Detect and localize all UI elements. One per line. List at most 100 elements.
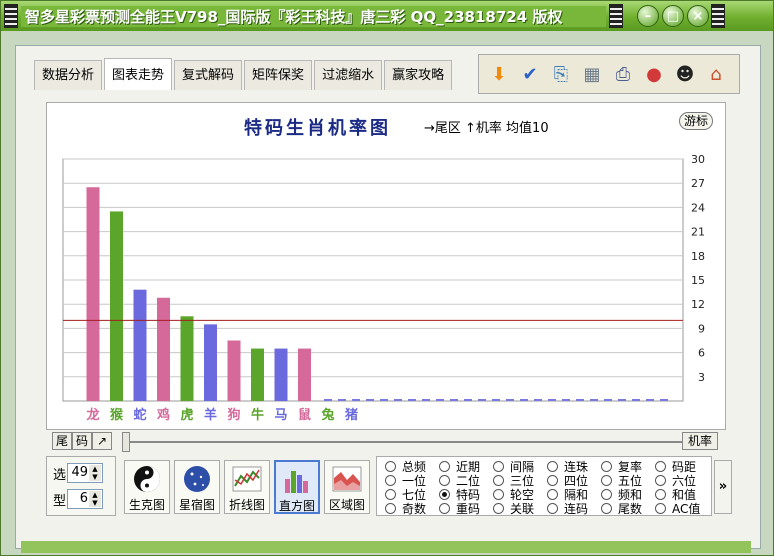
control-panel: 选 49 ▲ ▼ 型 6 ▲ ▼ 生克图 星宿图 折线图 直方图 区域图 总频 一位 七位 奇数 近期二… (46, 456, 738, 518)
chart-mode-area-chart-button[interactable]: 区域图 (324, 460, 370, 514)
status-bar (21, 541, 751, 553)
type-label: 型 (53, 493, 67, 509)
radio-dot[interactable] (601, 460, 612, 472)
chart-mode-star-globe-button[interactable]: 星宿图 (174, 460, 220, 514)
printer-icon[interactable]: ⎙ (609, 59, 637, 89)
radio-option[interactable]: 连码 (547, 501, 588, 516)
chart-mode-label: 生克图 (128, 498, 165, 512)
film-strip-icon (609, 4, 623, 28)
x-tick-label: 狗 (227, 407, 240, 423)
radio-option[interactable]: 关联 (493, 501, 535, 516)
tab-3[interactable]: 复式解码 (174, 60, 243, 90)
chart-mode-label: 折线图 (228, 498, 265, 512)
code-button[interactable]: 码 (72, 432, 92, 450)
bar-羊 (204, 324, 217, 401)
chart-navigation: 尾 码 ↗ 机率 (52, 432, 726, 452)
radio-dot[interactable] (493, 502, 504, 514)
y-tick-label: 21 (691, 226, 705, 239)
radio-dot[interactable] (655, 488, 666, 500)
bar-鼠 (298, 348, 311, 401)
tab-5[interactable]: 过滤缩水 (314, 60, 383, 90)
spinner-group: 选 49 ▲ ▼ 型 6 ▲ ▼ (46, 456, 116, 516)
export-icon[interactable]: ⎘ (547, 59, 575, 89)
y-tick-label: 24 (691, 201, 705, 214)
radio-dot[interactable] (655, 460, 666, 472)
radio-dot[interactable] (655, 502, 666, 514)
x-tick-label: 马 (274, 408, 287, 423)
chart-mode-line-chart-button[interactable]: 折线图 (224, 460, 270, 514)
chart-mode-yin-yang-button[interactable]: 生克图 (124, 460, 170, 514)
radio-dot[interactable] (493, 474, 504, 486)
more-options-button[interactable]: » (714, 460, 732, 514)
select-count-stepper[interactable]: 49 ▲ ▼ (67, 463, 103, 483)
toolbar: ⬇ ✔ ⎘ ▦ ⎙ ● ☻ ⌂ (478, 54, 740, 94)
radio-dot[interactable] (547, 474, 558, 486)
radio-dot[interactable] (439, 488, 450, 500)
type-stepper[interactable]: 6 ▲ ▼ (67, 489, 103, 509)
radio-dot[interactable] (385, 488, 396, 500)
x-tick-label: 蛇 (133, 407, 146, 423)
radio-label: 关联 (510, 501, 535, 516)
radio-option[interactable]: 尾数 (601, 501, 642, 516)
stepper-arrows-icon[interactable]: ▲ ▼ (89, 465, 101, 481)
radio-option[interactable]: 奇数 (385, 501, 426, 516)
probability-button[interactable]: 机率 (682, 432, 718, 450)
bar-龙 (86, 187, 100, 401)
slider-handle[interactable] (122, 432, 130, 452)
stepper-arrows-icon[interactable]: ▲ ▼ (89, 491, 101, 507)
film-strip-icon (4, 4, 18, 28)
radio-dot[interactable] (493, 460, 504, 472)
radio-dot[interactable] (439, 502, 450, 514)
chart-mode-bar-chart-button[interactable]: 直方图 (274, 460, 320, 514)
tail-button[interactable]: 尾 (52, 432, 72, 450)
window-title: 智多星彩票预测全能王V798_国际版『彩王科技』唐三彩 QQ_23818724 … (21, 5, 606, 27)
bar-蛇 (133, 289, 147, 401)
radio-dot[interactable] (493, 488, 504, 500)
minimize-button[interactable]: – (637, 5, 659, 27)
calculator-icon[interactable]: ▦ (578, 59, 606, 89)
qq-penguin-icon[interactable]: ☻ (671, 59, 699, 89)
radio-dot[interactable] (655, 474, 666, 486)
gumball-icon[interactable]: ● (640, 59, 668, 89)
radio-dot[interactable] (385, 502, 396, 514)
x-tick-label: 兔 (320, 407, 334, 423)
y-tick-label: 18 (691, 250, 705, 263)
select-count-value: 49 (71, 465, 88, 480)
radio-dot[interactable] (385, 474, 396, 486)
expand-button[interactable]: ↗ (92, 432, 112, 450)
y-tick-label: 3 (698, 371, 705, 384)
main-panel: 数据分析 图表走势 复式解码 矩阵保奖 过滤缩水 赢家攻略 ⬇ ✔ ⎘ ▦ ⎙ ● ☻ ⌂ 特码生肖机率… (15, 45, 761, 549)
radio-option[interactable]: 重码 (439, 501, 480, 516)
slider-track[interactable] (130, 441, 684, 443)
bar-狗 (227, 340, 241, 401)
spellcheck-abc-icon[interactable]: ✔ (516, 59, 544, 89)
down-arrow-icon[interactable]: ⬇ (485, 59, 513, 89)
radio-dot[interactable] (547, 502, 558, 514)
close-button[interactable]: × (687, 5, 709, 27)
maximize-button[interactable]: □ (662, 5, 684, 27)
radio-dot[interactable] (385, 460, 396, 472)
y-tick-label: 6 (698, 347, 705, 360)
radio-dot[interactable] (601, 488, 612, 500)
x-tick-label: 龙 (86, 407, 99, 423)
radio-dot[interactable] (547, 460, 558, 472)
tab-6[interactable]: 赢家攻略 (384, 60, 453, 90)
radio-dot[interactable] (439, 474, 450, 486)
area-chart-icon (332, 466, 362, 492)
line-chart-icon (232, 466, 262, 492)
tab-2[interactable]: 图表走势 (104, 58, 173, 90)
radio-option[interactable]: AC值 (655, 501, 700, 516)
radio-dot[interactable] (547, 488, 558, 500)
chart-mode-label: 区域图 (328, 498, 365, 512)
radio-dot[interactable] (601, 474, 612, 486)
chart-area: 特码生肖机率图 →尾区 ↑机率 均值10 游标 3 6 9 12 15 18 21 24 27 3… (46, 102, 726, 430)
radio-dot[interactable] (439, 460, 450, 472)
radio-dot[interactable] (601, 502, 612, 514)
bar-虎 (180, 316, 194, 401)
bar-马 (274, 348, 288, 401)
home-icon[interactable]: ⌂ (702, 59, 730, 89)
tab-4[interactable]: 矩阵保奖 (244, 60, 313, 90)
bar-chart: 3 6 9 12 15 18 21 24 27 30 龙猴蛇鸡虎羊狗牛马鼠兔猪 (62, 153, 705, 423)
title-bar[interactable]: 智多星彩票预测全能王V798_国际版『彩王科技』唐三彩 QQ_23818724 … (1, 1, 773, 31)
tab-1[interactable]: 数据分析 (34, 60, 103, 90)
